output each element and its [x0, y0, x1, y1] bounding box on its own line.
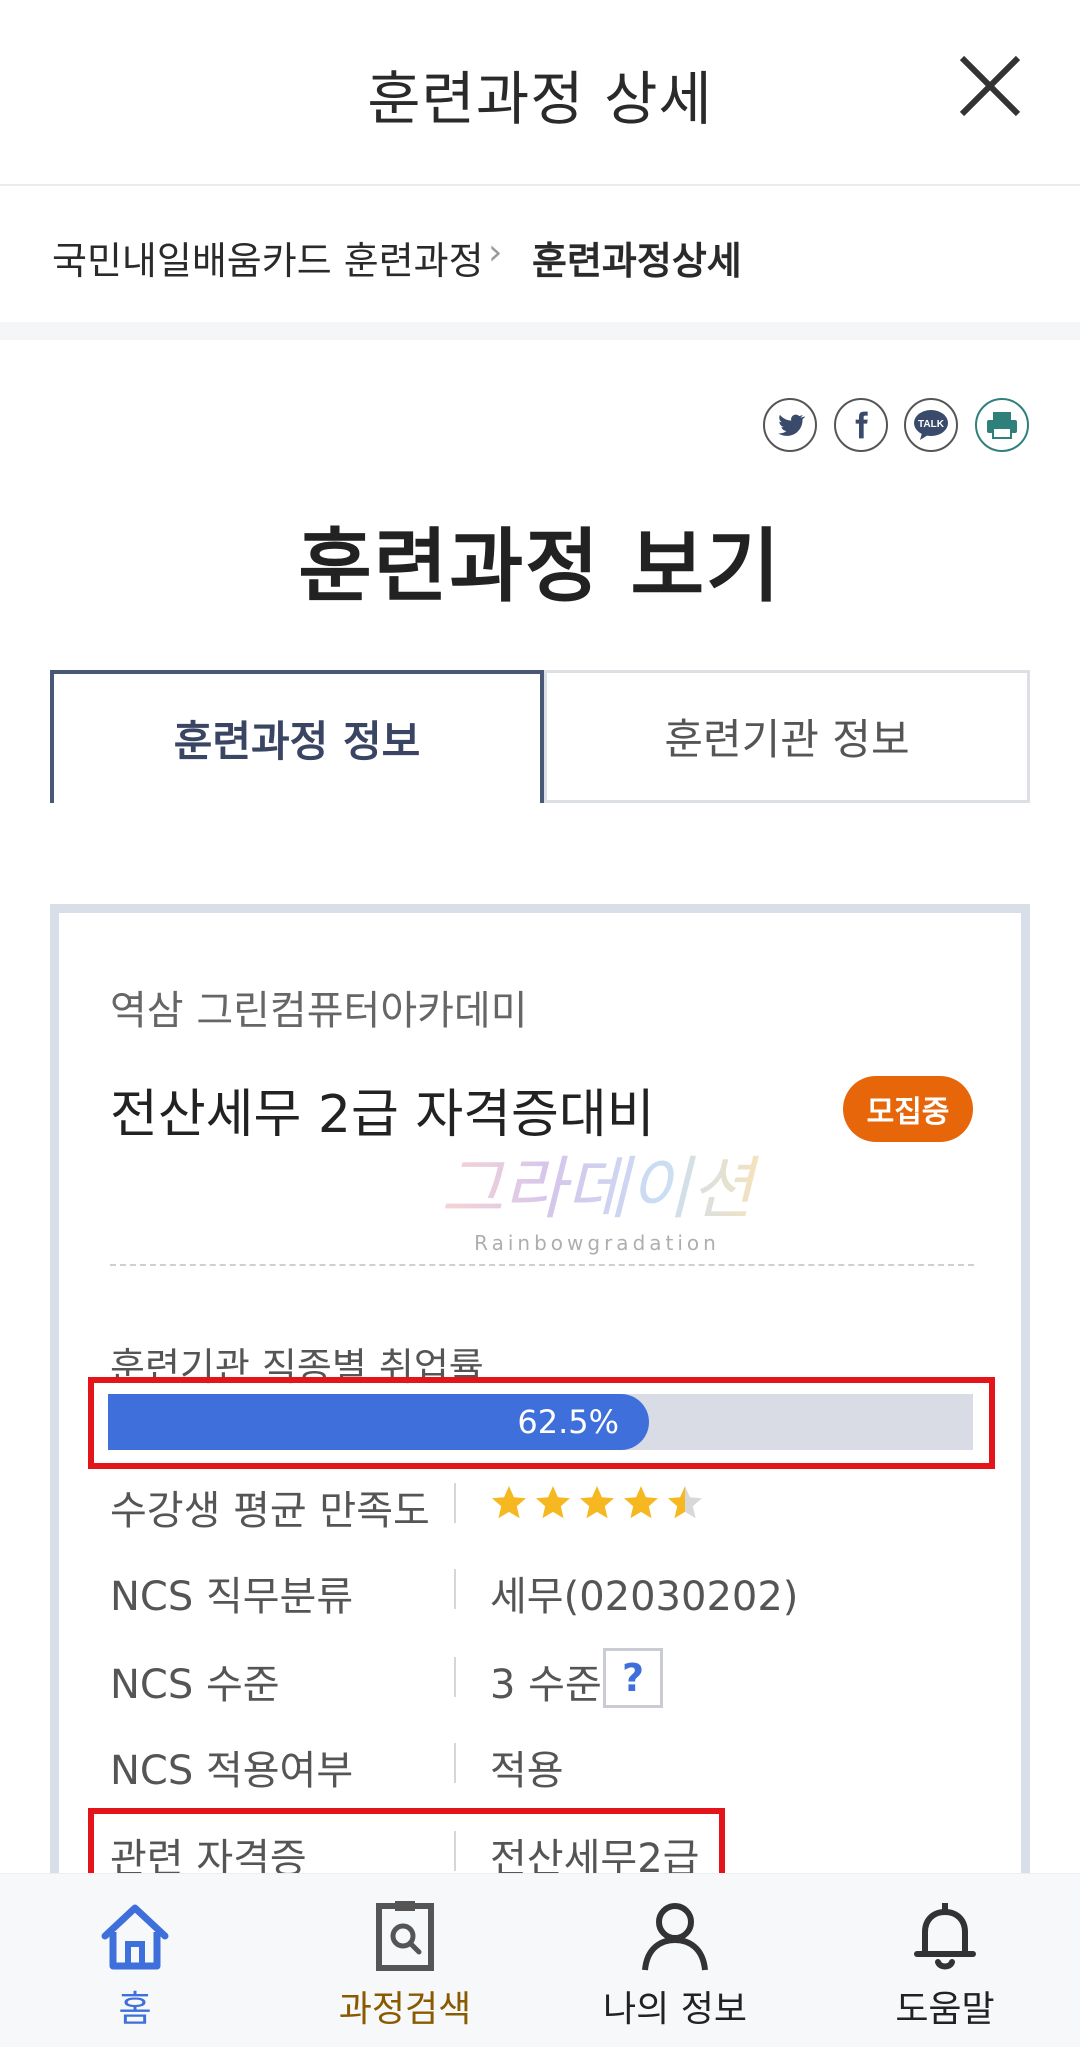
ncs-class-value: 세무(02030202): [490, 1574, 799, 1620]
star-icon: [668, 1486, 702, 1519]
dashed-divider: [110, 1264, 974, 1266]
nav-home-label: 홈: [118, 1989, 152, 2030]
status-badge: 모집중: [843, 1076, 973, 1142]
star-icon: [536, 1486, 570, 1519]
print-button[interactable]: [975, 398, 1029, 452]
satisfaction-label: 수강생 평균 만족도: [110, 1488, 430, 1534]
tab-institution-info[interactable]: 훈련기관 정보: [544, 670, 1030, 803]
facebook-share-button[interactable]: [834, 398, 888, 452]
institution-name: 역삼 그린컴퓨터아카데미: [110, 988, 528, 1034]
talk-label: TALK: [918, 419, 945, 430]
star-icon: [624, 1486, 658, 1519]
clipboard-search-icon: [376, 1901, 434, 1971]
satisfaction-stars: [490, 1484, 704, 1522]
twitter-share-button[interactable]: [763, 398, 817, 452]
ncs-applied-value: 적용: [490, 1748, 564, 1794]
row-separator: [454, 1483, 456, 1523]
close-icon: [959, 55, 1021, 117]
nav-help-label: 도움말: [895, 1989, 995, 2030]
section-divider: [0, 322, 1080, 340]
ncs-class-label: NCS 직무분류: [110, 1574, 354, 1620]
nav-course-search-label: 과정검색: [338, 1989, 472, 2030]
print-icon: [987, 412, 1017, 439]
nav-home[interactable]: 홈: [70, 1874, 200, 2047]
course-title: 전산세무 2급 자격증대비: [110, 1085, 655, 1145]
top-header: 훈련과정 상세: [0, 0, 1080, 186]
row-separator: [454, 1657, 456, 1697]
star-icon: [580, 1486, 614, 1519]
ncs-level-value: 3 수준: [490, 1662, 602, 1708]
nav-my-info[interactable]: 나의 정보: [590, 1874, 760, 2047]
nav-help[interactable]: 도움말: [880, 1874, 1010, 2047]
facebook-icon: [855, 411, 868, 439]
bottom-navigation: 홈 과정검색 나의 정보 도움말: [0, 1873, 1080, 2047]
watermark-sub: Rainbowgradation: [474, 1231, 720, 1255]
page-title: 훈련과정 보기: [298, 520, 782, 613]
user-icon: [642, 1903, 708, 1971]
row-separator: [454, 1743, 456, 1783]
watermark-main: 그라데이션: [441, 1150, 760, 1229]
watermark-logo: 그라데이션 Rainbowgradation: [441, 1150, 760, 1255]
kakaotalk-share-button[interactable]: TALK: [904, 398, 958, 452]
nav-my-info-label: 나의 정보: [603, 1989, 747, 2030]
breadcrumb-parent-link[interactable]: 국민내일배움카드 훈련과정: [52, 230, 484, 285]
twitter-icon: [778, 414, 806, 436]
highlight-box-employment: [88, 1377, 995, 1469]
close-button[interactable]: [950, 46, 1030, 126]
home-icon: [101, 1904, 169, 1970]
breadcrumb: 국민내일배움카드 훈련과정 › 훈련과정상세: [0, 188, 1080, 322]
tab-course-info[interactable]: 훈련과정 정보: [50, 670, 544, 803]
ncs-level-label: NCS 수준: [110, 1662, 280, 1708]
row-separator: [454, 1569, 456, 1609]
header-title: 훈련과정 상세: [367, 65, 713, 133]
ncs-applied-label: NCS 적용여부: [110, 1748, 354, 1794]
star-icon: [492, 1486, 526, 1519]
ncs-level-help-button[interactable]: ?: [603, 1648, 663, 1708]
nav-course-search[interactable]: 과정검색: [320, 1874, 490, 2047]
kakaotalk-icon: TALK: [914, 410, 948, 440]
bell-icon: [914, 1903, 976, 1970]
chevron-right-icon: ›: [488, 232, 503, 273]
breadcrumb-current: 훈련과정상세: [532, 239, 742, 283]
